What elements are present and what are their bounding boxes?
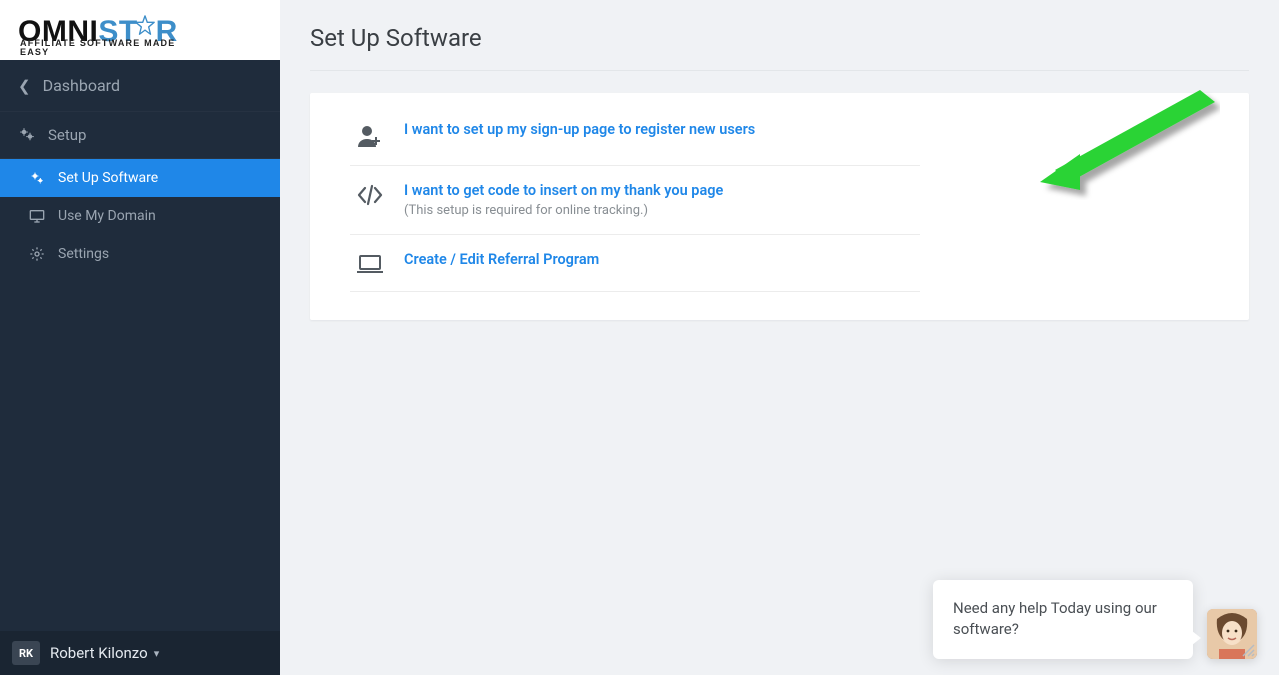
sidebar-item-label: Use My Domain [58, 208, 156, 224]
nav-back-label: Dashboard [43, 76, 120, 95]
logo[interactable]: OMNISTR AFFILIATE SOFTWARE MADE EASY [0, 0, 280, 60]
option-link-signup[interactable]: I want to set up my sign-up page to regi… [404, 121, 755, 138]
app-root: OMNISTR AFFILIATE SOFTWARE MADE EASY ❮ D… [0, 0, 1279, 675]
option-signup-page: I want to set up my sign-up page to regi… [350, 121, 920, 166]
user-name: Robert Kilonzo [50, 644, 148, 662]
option-body: I want to get code to insert on my thank… [404, 182, 723, 218]
sidebar-item-use-my-domain[interactable]: Use My Domain [0, 197, 280, 235]
user-initials-badge: RK [12, 641, 40, 665]
chat-widget: Need any help Today using our software? [933, 580, 1257, 660]
nav-back-dashboard[interactable]: ❮ Dashboard [0, 60, 280, 112]
code-icon [350, 182, 390, 206]
cogs-icon [18, 126, 36, 144]
sidebar-item-label: Set Up Software [58, 170, 158, 186]
option-get-code: I want to get code to insert on my thank… [350, 166, 920, 235]
sidebar: OMNISTR AFFILIATE SOFTWARE MADE EASY ❮ D… [0, 0, 280, 675]
gear-icon [28, 246, 46, 262]
logo-tagline: AFFILIATE SOFTWARE MADE EASY [20, 39, 178, 57]
sidebar-item-label: Settings [58, 246, 109, 262]
logo-text: OMNISTR AFFILIATE SOFTWARE MADE EASY [18, 17, 178, 47]
option-body: Create / Edit Referral Program [404, 251, 599, 268]
gears-icon [28, 170, 46, 186]
user-plus-icon [350, 121, 390, 149]
chevron-down-icon: ▾ [154, 647, 160, 660]
chat-message: Need any help Today using our software? [953, 599, 1157, 639]
main-content: Set Up Software I want to set up my sign… [280, 0, 1279, 675]
monitor-icon [28, 209, 46, 223]
setup-card: I want to set up my sign-up page to regi… [310, 93, 1249, 320]
user-menu[interactable]: RK Robert Kilonzo ▾ [0, 631, 280, 675]
option-body: I want to set up my sign-up page to regi… [404, 121, 755, 138]
option-link-get-code[interactable]: I want to get code to insert on my thank… [404, 182, 723, 199]
sidebar-item-set-up-software[interactable]: Set Up Software [0, 159, 280, 197]
laptop-icon [350, 251, 390, 275]
chat-bubble[interactable]: Need any help Today using our software? [933, 580, 1193, 660]
page-title: Set Up Software [310, 16, 1249, 71]
option-list: I want to set up my sign-up page to regi… [350, 121, 920, 292]
option-referral-program: Create / Edit Referral Program [350, 235, 920, 292]
nav-section-setup[interactable]: Setup [0, 112, 280, 159]
nav-section-label: Setup [48, 126, 86, 144]
resize-handle-icon[interactable] [1235, 637, 1259, 661]
option-sub-get-code: (This setup is required for online track… [404, 203, 723, 218]
sidebar-item-settings[interactable]: Settings [0, 235, 280, 273]
chevron-left-icon: ❮ [18, 77, 31, 95]
option-link-referral[interactable]: Create / Edit Referral Program [404, 251, 599, 268]
